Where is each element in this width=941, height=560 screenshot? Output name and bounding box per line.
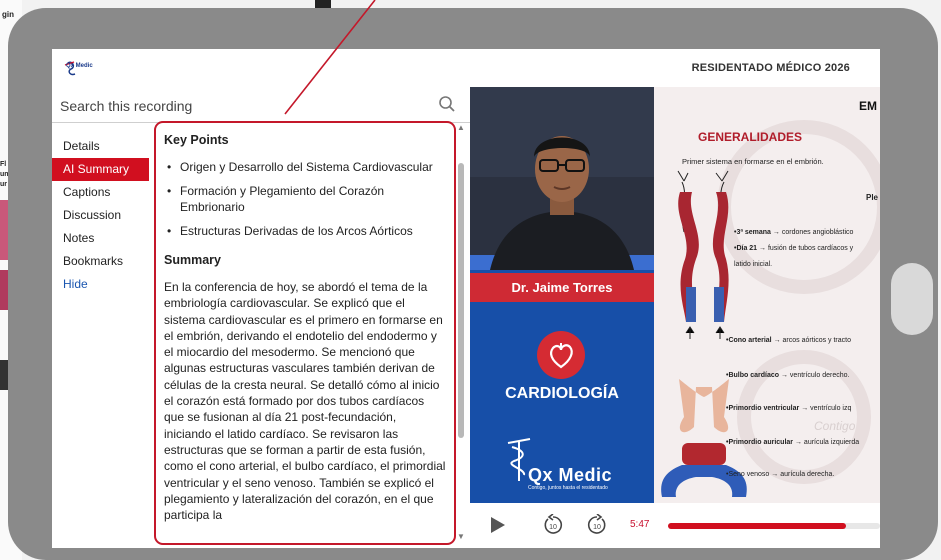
app-screen: Qx Medic RESIDENTADO MÉDICO 2026 Details… bbox=[52, 49, 880, 548]
current-time: 5:47 bbox=[630, 519, 650, 530]
slide-heading: GENERALIDADES bbox=[698, 130, 803, 144]
tab-bookmarks[interactable]: Bookmarks bbox=[52, 250, 152, 273]
summary-scrollbar[interactable]: ▲ ▼ bbox=[456, 123, 466, 543]
svg-text:10: 10 bbox=[593, 524, 601, 531]
video-column: Dr. Jaime Torres CARDIOLOGÍA Qx Medic Co… bbox=[470, 87, 654, 503]
tablet-home-button[interactable] bbox=[891, 263, 933, 335]
qx-medic-logo bbox=[64, 61, 76, 76]
ai-summary-content: Key Points Origen y Desarrollo del Siste… bbox=[164, 133, 446, 523]
logo-text: Qx Medic bbox=[66, 63, 93, 69]
specialty-card: CARDIOLOGÍA Qx Medic Contigo, juntos has… bbox=[470, 309, 654, 503]
forward-10-icon[interactable]: 10 bbox=[586, 514, 608, 536]
page-title: RESIDENTADO MÉDICO 2026 bbox=[691, 62, 850, 74]
summary-text: En la conferencia de hoy, se abordó el t… bbox=[164, 280, 446, 523]
key-points-heading: Key Points bbox=[164, 133, 229, 147]
tab-details[interactable]: Details bbox=[52, 135, 152, 158]
tab-captions[interactable]: Captions bbox=[52, 181, 152, 204]
background-topbar bbox=[315, 0, 331, 8]
presenter-video[interactable] bbox=[470, 87, 654, 270]
key-points-list: Origen y Desarrollo del Sistema Cardiova… bbox=[164, 159, 446, 239]
heart-icon bbox=[537, 331, 585, 379]
brand-tagline: Contigo, juntos hasta el residentado bbox=[528, 485, 608, 491]
presenter-name-banner: Dr. Jaime Torres bbox=[470, 273, 654, 302]
tab-discussion[interactable]: Discussion bbox=[52, 204, 152, 227]
play-icon[interactable] bbox=[490, 516, 506, 534]
search-input[interactable] bbox=[60, 95, 420, 117]
brand-name: Qx Medic bbox=[528, 465, 613, 485]
summary-heading: Summary bbox=[164, 253, 221, 267]
slide-note: latido inicial. bbox=[734, 261, 773, 268]
slide-side-label: Ple bbox=[866, 193, 879, 202]
key-point-item: Origen y Desarrollo del Sistema Cardiova… bbox=[164, 159, 446, 175]
player-controls: 10 10 5:47 bbox=[470, 503, 880, 548]
specialty-title: CARDIOLOGÍA bbox=[505, 385, 619, 402]
hide-sidebar-link[interactable]: Hide bbox=[52, 273, 152, 296]
app-header: Qx Medic RESIDENTADO MÉDICO 2026 bbox=[52, 49, 880, 89]
tablet-frame: Qx Medic RESIDENTADO MÉDICO 2026 Details… bbox=[8, 8, 938, 560]
slide-watermark: Contigo bbox=[814, 419, 856, 433]
search-bar bbox=[52, 89, 470, 123]
background-text-line: gin bbox=[2, 10, 14, 19]
media-area: Dr. Jaime Torres CARDIOLOGÍA Qx Medic Co… bbox=[470, 87, 880, 548]
slide-note: •Cono arterial → arcos aórticos y tracto bbox=[726, 337, 851, 344]
background-text: gin bbox=[2, 10, 14, 19]
slide-note: •3ª semana → cordones angioblástico bbox=[734, 229, 854, 236]
slide-note: •Primordio auricular → aurícula izquierd… bbox=[726, 439, 860, 446]
slide-intro-text: Primer sistema en formarse en el embrión… bbox=[682, 157, 824, 166]
search-icon[interactable] bbox=[438, 95, 456, 113]
sidebar-tabs: Details AI Summary Captions Discussion N… bbox=[52, 135, 152, 296]
svg-text:10: 10 bbox=[549, 524, 557, 531]
ai-summary-panel: Key Points Origen y Desarrollo del Siste… bbox=[154, 121, 456, 545]
scroll-up-arrow-icon[interactable]: ▲ bbox=[457, 123, 465, 132]
progress-bar[interactable] bbox=[668, 523, 880, 529]
tab-notes[interactable]: Notes bbox=[52, 227, 152, 250]
presenter-image bbox=[470, 87, 654, 270]
scroll-down-arrow-icon[interactable]: ▼ bbox=[457, 532, 465, 541]
slide-corner-title: EM bbox=[859, 99, 877, 113]
scrollbar-thumb[interactable] bbox=[458, 163, 464, 438]
key-point-item: Formación y Plegamiento del Corazón Embr… bbox=[164, 183, 446, 215]
lecture-slide[interactable]: EM GENERALIDADES Primer sistema en forma… bbox=[654, 87, 880, 503]
slide-note: •Día 21 → fusión de tubos cardíacos y bbox=[734, 245, 854, 252]
tab-ai-summary[interactable]: AI Summary bbox=[52, 158, 149, 181]
progress-fill bbox=[668, 523, 847, 529]
key-point-item: Estructuras Derivadas de los Arcos Aórti… bbox=[164, 223, 446, 239]
slide-note: •Seno venoso → aurícula derecha. bbox=[726, 471, 835, 478]
slide-note: •Bulbo cardíaco → ventrículo derecho. bbox=[726, 372, 850, 379]
rewind-10-icon[interactable]: 10 bbox=[542, 514, 564, 536]
slide-note: •Primordio ventricular → ventrículo izq bbox=[726, 405, 852, 412]
